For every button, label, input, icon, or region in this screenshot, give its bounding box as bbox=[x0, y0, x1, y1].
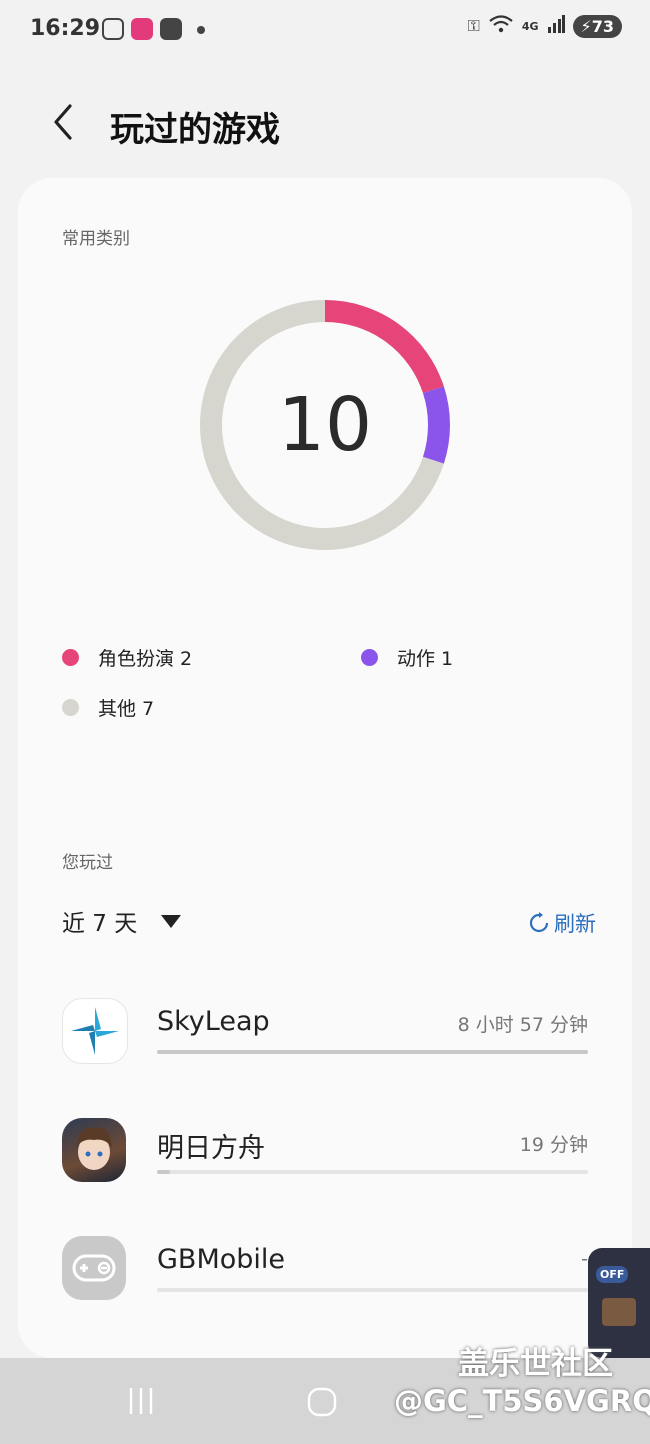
battery-level: 73 bbox=[591, 16, 614, 36]
game-name: GBMobile bbox=[157, 1244, 286, 1275]
legend-label-other: 其他 7 bbox=[98, 698, 155, 720]
floating-widget-badge: OFF bbox=[596, 1266, 629, 1283]
playtime-fill bbox=[157, 1170, 170, 1174]
refresh-icon bbox=[529, 912, 549, 933]
status-time: 16:29 bbox=[30, 16, 101, 41]
content-card: 常用类别 10 角色扮演 2 动作 1 其他 7 您玩过 近 7 天 刷新 Sk… bbox=[18, 178, 632, 1358]
legend-item-action: 动作 1 bbox=[361, 644, 453, 671]
legend-dot-action bbox=[361, 649, 378, 666]
legend-item-roleplay: 角色扮演 2 bbox=[62, 644, 192, 671]
game-row-gbmobile[interactable]: GBMobile - bbox=[18, 1236, 632, 1336]
total-games-count: 10 bbox=[277, 382, 373, 468]
legend-item-other: 其他 7 bbox=[62, 694, 154, 721]
dropdown-triangle-icon bbox=[161, 914, 182, 928]
refresh-button[interactable]: 刷新 bbox=[528, 908, 596, 938]
legend-label-action: 动作 1 bbox=[397, 648, 454, 670]
playtime-fill bbox=[157, 1050, 588, 1054]
signal-icon bbox=[547, 15, 565, 37]
skyleap-app-icon bbox=[62, 998, 128, 1064]
page-title: 玩过的游戏 bbox=[110, 110, 280, 150]
game-name: SkyLeap bbox=[157, 1006, 270, 1037]
playtime-bar bbox=[157, 1050, 588, 1054]
game-name: 明日方舟 bbox=[157, 1133, 265, 1164]
check-app-icon bbox=[160, 18, 182, 40]
refresh-label: 刷新 bbox=[554, 912, 596, 936]
network-type: 4G bbox=[521, 19, 539, 33]
recent-apps-icon bbox=[129, 1388, 153, 1414]
category-donut-chart: 10 bbox=[196, 296, 454, 554]
app-header: 玩过的游戏 bbox=[0, 80, 650, 170]
floating-widget-thumbnail bbox=[602, 1298, 636, 1326]
recent-apps-button[interactable] bbox=[126, 1386, 156, 1420]
time-range-value: 近 7 天 bbox=[62, 911, 138, 937]
shopping-app-icon bbox=[131, 18, 153, 40]
category-section-label: 常用类别 bbox=[62, 229, 130, 249]
game-row-skyleap[interactable]: SkyLeap 8 小时 57 分钟 bbox=[18, 998, 632, 1098]
notification-dot-icon bbox=[197, 26, 205, 34]
key-icon: ⚿ bbox=[467, 16, 480, 35]
watermark-user: @GC_T5S6VGRQ bbox=[394, 1384, 650, 1418]
played-section-label: 您玩过 bbox=[62, 853, 113, 873]
playtime-bar bbox=[157, 1170, 588, 1174]
wifi-icon bbox=[488, 14, 514, 38]
game-playtime: 19 分钟 bbox=[519, 1134, 588, 1156]
game-playtime: 8 小时 57 分钟 bbox=[457, 1014, 588, 1036]
game-row-arknights[interactable]: 明日方舟 19 分钟 bbox=[18, 1118, 632, 1218]
legend-label-roleplay: 角色扮演 2 bbox=[98, 648, 193, 670]
gamepad-app-icon bbox=[62, 1236, 126, 1300]
game-playtime: - bbox=[581, 1248, 588, 1270]
scan-icon bbox=[102, 18, 124, 40]
legend-dot-other bbox=[62, 699, 79, 716]
home-button[interactable] bbox=[306, 1386, 338, 1422]
time-range-dropdown[interactable]: 近 7 天 bbox=[62, 904, 182, 938]
back-button[interactable] bbox=[48, 100, 88, 144]
arknights-app-icon bbox=[62, 1118, 126, 1182]
status-right: ⚿ 4G ⚡73 bbox=[468, 14, 622, 38]
home-icon bbox=[307, 1387, 337, 1417]
legend-dot-roleplay bbox=[62, 649, 79, 666]
chevron-left-icon bbox=[54, 104, 72, 140]
watermark-title: 盖乐世社区 bbox=[458, 1346, 613, 1382]
playtime-bar bbox=[157, 1288, 588, 1292]
status-bar: 16:29 ⚿ 4G ⚡73 bbox=[0, 0, 650, 60]
navigation-bar: 盖乐世社区 @GC_T5S6VGRQ bbox=[0, 1346, 650, 1444]
battery-indicator: ⚡73 bbox=[572, 14, 622, 38]
